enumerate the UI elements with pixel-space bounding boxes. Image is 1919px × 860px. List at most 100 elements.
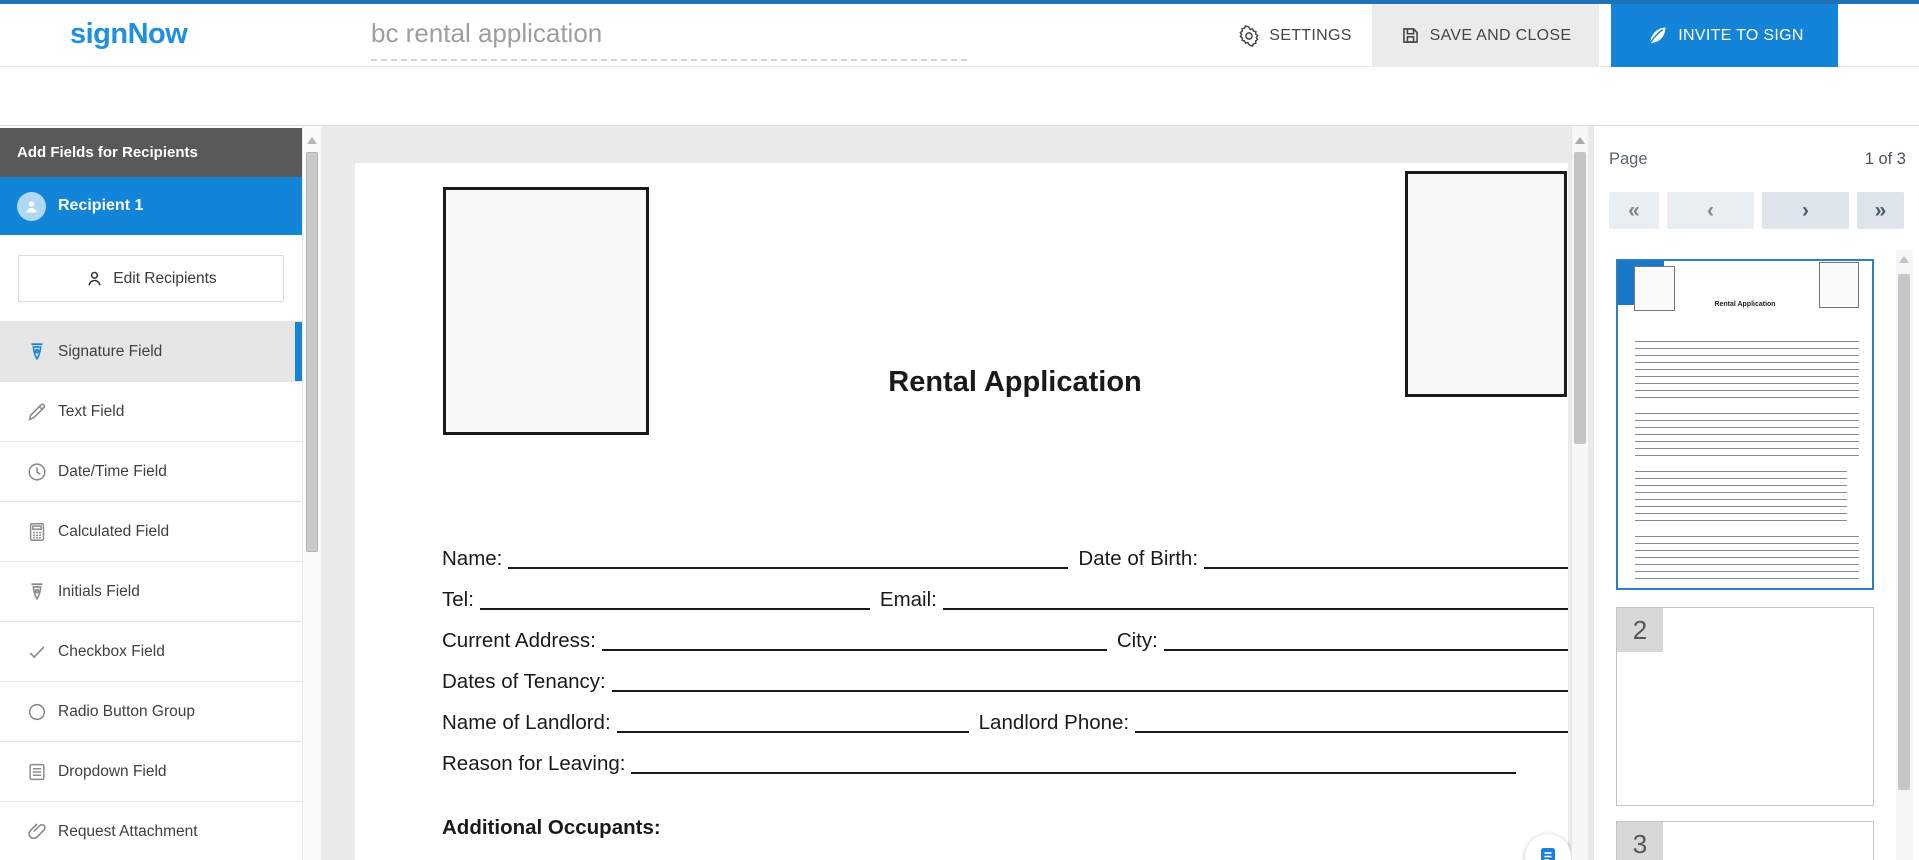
sidebar-scrollbar[interactable] [302,126,321,860]
sidebar-item-label: Checkbox Field [58,643,165,661]
last-page-button[interactable]: » [1857,192,1904,229]
page-top-left-box [443,187,649,435]
form-line-fill [617,709,969,733]
sidebar-item-signature-field[interactable]: Signature Field [0,322,302,382]
document-title-underline [371,59,967,61]
page-thumbnail-1[interactable]: 1 Rental Application [1616,259,1874,590]
form-label: Landlord Phone: [979,711,1129,735]
chevron-left-icon: ‹ [1707,199,1714,223]
sidebar-item-request-attachment[interactable]: Request Attachment [0,802,302,860]
page-number-badge: 3 [1617,822,1663,860]
sidebar-item-label: Initials Field [58,583,140,601]
form-line-fill [480,586,870,610]
sidebar-item-label: Request Attachment [58,823,198,841]
sidebar-item-date-time-field[interactable]: Date/Time Field [0,442,302,502]
form-line-fill [631,750,1516,774]
chevron-right-icon: › [1802,199,1809,223]
next-page-button[interactable]: › [1762,192,1849,229]
canvas-scrollbar-thumb[interactable] [1574,152,1586,444]
form-label: City: [1117,629,1158,653]
calculator-icon [26,521,48,543]
sidebar-item-initials-field[interactable]: Initials Field [0,562,302,622]
pages-panel: Page 1 of 3 « ‹ › » 1 Rental Application… [1593,126,1919,860]
pencil-icon [26,401,48,423]
document-canvas: Rental Application Name: Date of Birth: … [321,126,1593,860]
save-and-close-button[interactable]: SAVE AND CLOSE [1372,4,1599,67]
sidebar-item-label: Signature Field [58,343,162,361]
document-heading: Rental Application [715,366,1315,399]
sidebar-header: Add Fields for Recipients [0,128,302,177]
invite-to-sign-button[interactable]: INVITE TO SIGN [1611,4,1838,67]
sidebar-item-calculated-field[interactable]: Calculated Field [0,502,302,562]
page-thumbnail-2[interactable]: 2 [1616,607,1874,806]
recipient-selector[interactable]: Recipient 1 [0,177,302,235]
person-icon [85,269,104,288]
save-and-close-label: SAVE AND CLOSE [1430,27,1572,45]
signnow-editor: signNow bc rental application SETTINGS S… [0,0,1919,860]
first-page-button[interactable]: « [1609,192,1659,229]
fields-sidebar: Add Fields for Recipients Recipient 1 Ed… [0,126,321,860]
thumbnails-scrollbar[interactable] [1896,250,1913,860]
clock-icon [26,461,48,483]
double-chevron-left-icon: « [1628,199,1640,223]
form-label: Date of Birth: [1078,547,1198,571]
scroll-up-icon [1899,256,1909,263]
form-line-fill [1204,545,1568,569]
previous-page-button[interactable]: ‹ [1667,192,1754,229]
app-header: signNow bc rental application SETTINGS S… [0,4,1919,67]
quill-icon [1645,24,1669,48]
form-line-fill [1164,627,1568,651]
paperclip-icon [26,821,48,843]
invite-to-sign-label: INVITE TO SIGN [1678,27,1803,45]
form-label: Reason for Leaving: [442,752,625,776]
form-label: Current Address: [442,629,596,653]
save-icon [1400,25,1421,46]
scroll-up-icon [307,137,317,144]
chat-document-icon [1536,845,1560,860]
sidebar-item-label: Calculated Field [58,523,169,541]
form-label: Name: [442,547,502,571]
thumbnail-title: Rental Application [1618,301,1872,308]
document-title-input[interactable]: bc rental application [371,18,602,49]
sidebar-item-label: Dropdown Field [58,763,167,781]
double-chevron-right-icon: » [1875,199,1887,223]
settings-button[interactable]: SETTINGS [1225,4,1365,67]
sidebar-item-label: Date/Time Field [58,463,167,481]
canvas-scrollbar[interactable] [1571,126,1588,860]
form-line-fill [508,545,1068,569]
signature-pen-icon [26,341,48,363]
page-thumbnail-3[interactable]: 3 [1616,821,1874,860]
sidebar-item-dropdown-field[interactable]: Dropdown Field [0,742,302,802]
sidebar-item-label: Radio Button Group [58,703,195,721]
thumbnail-lines [1635,465,1847,521]
sidebar-item-text-field[interactable]: Text Field [0,382,302,442]
form-label: Name of Landlord: [442,711,611,735]
checkmark-icon [26,641,48,663]
active-indicator-bar [295,322,302,381]
form-line-fill [943,586,1568,610]
edit-recipients-label: Edit Recipients [113,270,216,288]
form-label: Tel: [442,588,474,612]
form-line-fill [612,668,1568,692]
form-line: Reason for Leaving: [442,749,1568,776]
edit-recipients-button[interactable]: Edit Recipients [18,255,284,302]
form-label: Email: [880,588,937,612]
initials-pen-icon [26,581,48,603]
sidebar-scrollbar-thumb[interactable] [306,152,318,552]
editor-toolbar: 100% [0,67,1919,126]
sidebar-item-radio-button-group[interactable]: Radio Button Group [0,682,302,742]
form-line: Current Address: City: [442,626,1568,653]
sidebar-item-label: Text Field [58,403,124,421]
page-status: 1 of 3 [1865,150,1906,169]
document-page[interactable]: Rental Application Name: Date of Birth: … [355,163,1568,860]
thumbnail-lines [1635,530,1859,579]
thumbnails-scrollbar-thumb[interactable] [1898,274,1910,790]
form-line-fill [602,627,1107,651]
thumbnail-lines [1635,407,1859,456]
form-line-fill [1135,709,1568,733]
sidebar-item-checkbox-field[interactable]: Checkbox Field [0,622,302,682]
dropdown-list-icon [26,761,48,783]
recipient-label: Recipient 1 [58,197,143,215]
section-heading: Additional Occupants: [442,816,661,840]
form-line: Tel: Email: [442,585,1568,612]
